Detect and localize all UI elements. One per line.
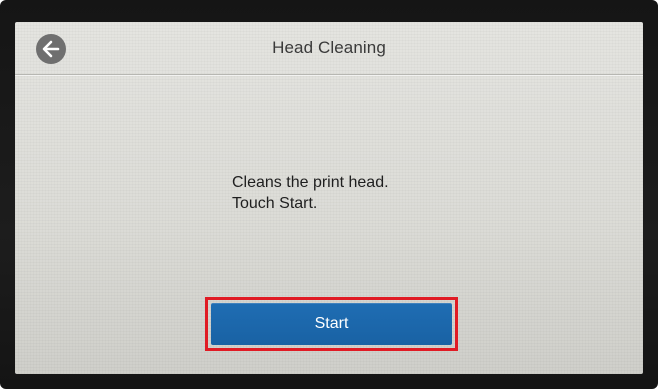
instruction-line-2: Touch Start. [232,195,318,212]
page-title: Head Cleaning [272,38,386,57]
instruction-message: Cleans the print head. Touch Start. [232,172,389,214]
header-bar: Head Cleaning [15,22,643,75]
start-button[interactable]: Start [211,303,452,345]
touch-screen: Head Cleaning Cleans the print head. Tou… [15,22,643,374]
instruction-line-1: Cleans the print head. [232,174,389,191]
printer-display-bezel: Head Cleaning Cleans the print head. Tou… [0,0,658,389]
